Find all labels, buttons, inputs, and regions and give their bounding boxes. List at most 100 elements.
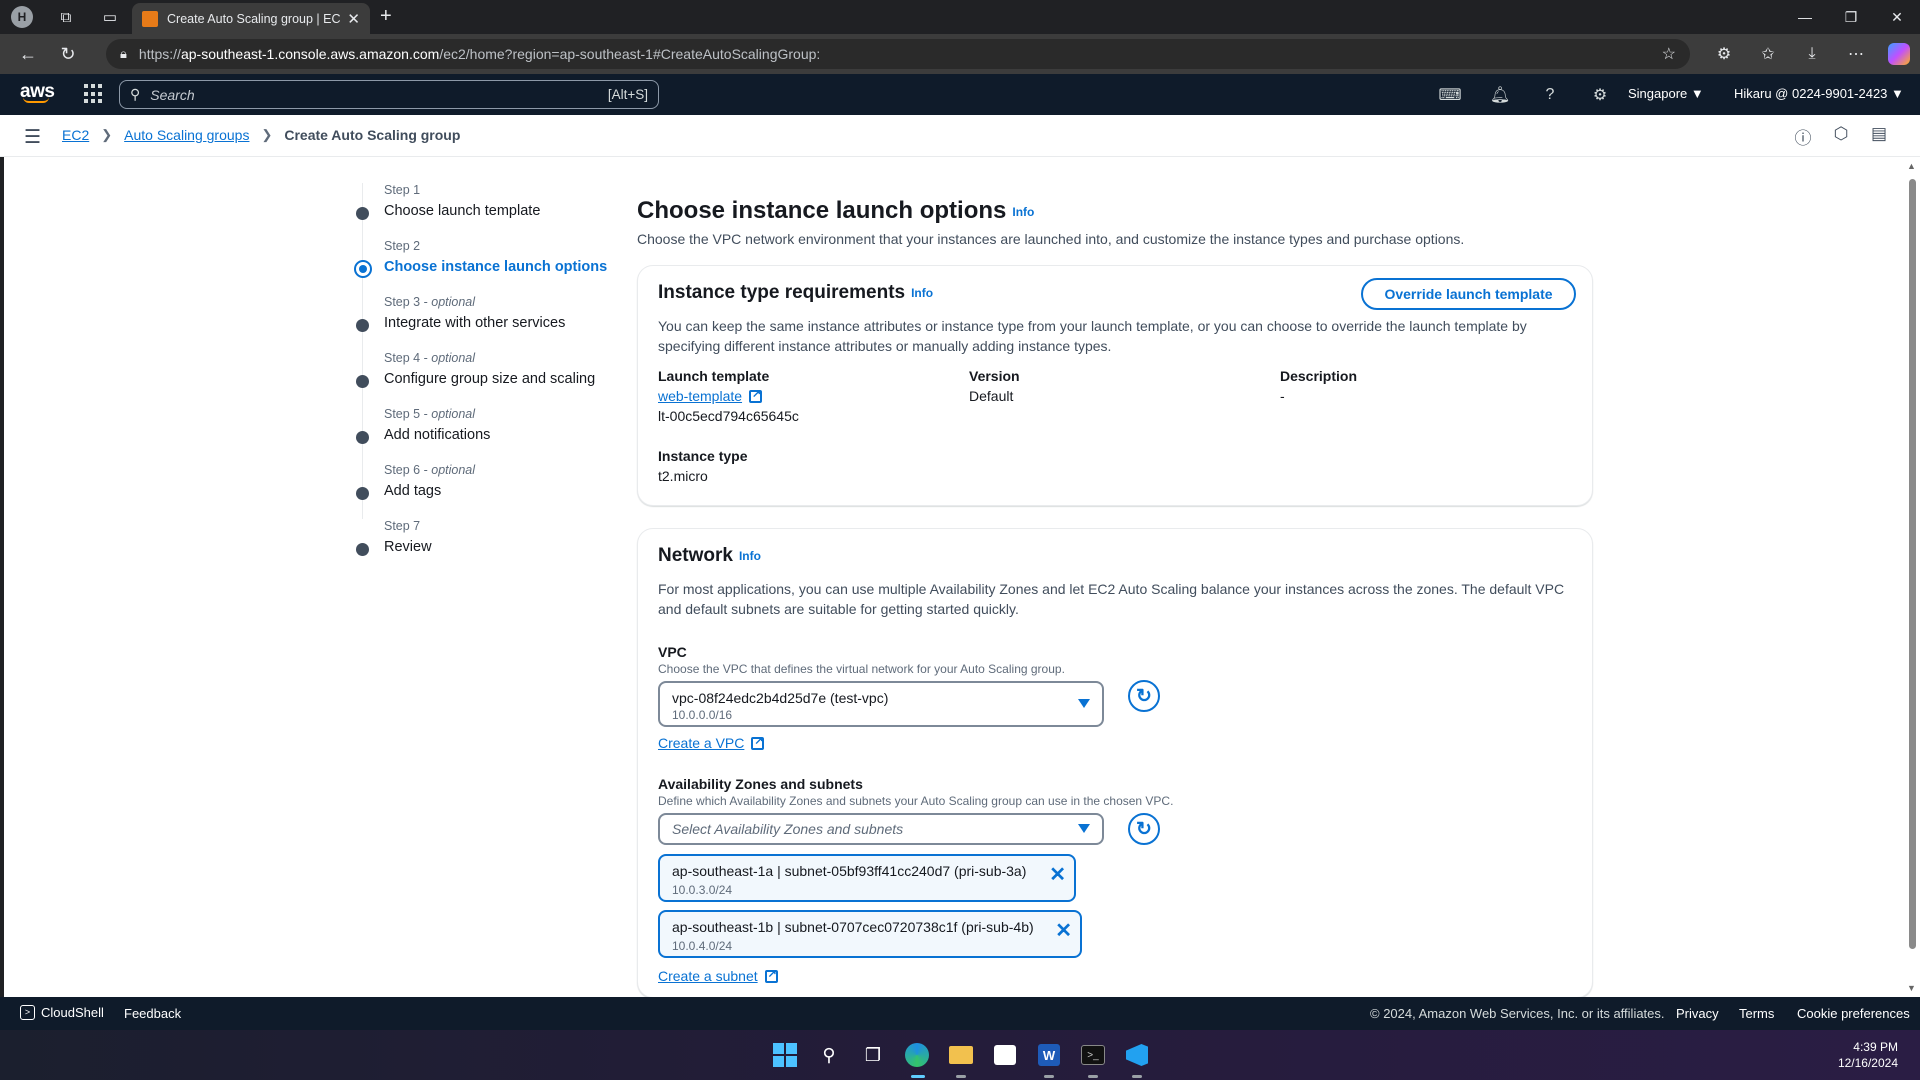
favorites-icon[interactable]: ✩	[1746, 44, 1790, 64]
scroll-down-icon[interactable]: ▼	[1907, 983, 1916, 993]
panel-title: Network Info	[658, 545, 761, 566]
feedback-icon[interactable]: ▤	[1860, 124, 1898, 149]
network-panel: Network Info For most applications, you c…	[637, 528, 1593, 997]
back-icon[interactable]: ←	[8, 36, 48, 72]
info-panel-icon[interactable]: ⓘ	[1784, 124, 1822, 149]
minimize-icon[interactable]: —	[1782, 0, 1828, 34]
step-number: Step 2	[384, 239, 421, 253]
launch-template-link[interactable]: web-template	[658, 387, 763, 404]
page-title: Choose instance launch options Info	[637, 197, 1035, 224]
aws-search-input[interactable]: ⚲ Search [Alt+S]	[119, 80, 659, 109]
menu-hamburger-icon[interactable]: ☰	[24, 126, 41, 149]
account-menu[interactable]: Hikaru @ 0224-9901-2423 ▼	[1734, 86, 1904, 101]
page-scrollbar[interactable]: ▲ ▼	[1904, 157, 1920, 997]
workspaces-icon[interactable]: ⧉	[44, 0, 88, 34]
chevron-right-icon: ❯	[101, 127, 113, 142]
scrollbar-thumb[interactable]	[1909, 179, 1916, 949]
version-value: Default	[969, 388, 1014, 404]
step-number: Step 6 - optional	[384, 463, 476, 477]
help-icon[interactable]: ?	[1525, 86, 1575, 104]
privacy-link[interactable]: Privacy	[1676, 1006, 1719, 1021]
wizard-step: Step 6 - optional Add tags	[354, 463, 614, 519]
cloudshell-button[interactable]: > CloudShell	[20, 1005, 104, 1020]
lock-icon: 🔒︎	[120, 46, 127, 61]
description-value: -	[1280, 388, 1285, 404]
wizard-steps: Step 1 Choose launch template Step 2 Cho…	[354, 183, 614, 575]
remove-subnet-icon[interactable]: ✕	[1055, 918, 1072, 943]
cloudshell-icon[interactable]: ⌨	[1425, 85, 1475, 105]
subnet-cidr: 10.0.4.0/24	[672, 939, 733, 953]
step-label: Configure group size and scaling	[384, 371, 596, 387]
remove-subnet-icon[interactable]: ✕	[1049, 862, 1066, 887]
browser-tab-bar: H ⧉ ▭ Create Auto Scaling group | EC2 | …	[0, 0, 1920, 34]
wizard-step: Step 1 Choose launch template	[354, 183, 614, 239]
info-link[interactable]: Info	[1012, 205, 1034, 219]
step-dot	[356, 543, 369, 556]
window-controls: — ❐ ✕	[1782, 0, 1920, 34]
step-label[interactable]: Choose launch template	[384, 203, 540, 219]
breadcrumb-ec2[interactable]: EC2	[62, 127, 89, 143]
start-button[interactable]	[769, 1039, 801, 1071]
close-window-icon[interactable]: ✕	[1874, 0, 1920, 34]
restore-icon[interactable]: ❐	[1828, 0, 1874, 34]
caret-down-icon	[1078, 699, 1090, 708]
refresh-subnets-button[interactable]: ↻	[1128, 813, 1160, 845]
extensions-icon[interactable]: ⚙	[1702, 44, 1746, 64]
step-label: Integrate with other services	[384, 315, 566, 331]
step-label: Add tags	[384, 483, 442, 499]
external-link-icon	[764, 967, 778, 983]
subnet-cidr: 10.0.3.0/24	[672, 883, 733, 897]
vscode-icon[interactable]	[1121, 1039, 1153, 1071]
create-vpc-link[interactable]: Create a VPC	[658, 734, 765, 751]
info-link[interactable]: Info	[911, 286, 933, 300]
wizard-step: Step 4 - optional Configure group size a…	[354, 351, 614, 407]
notifications-bell-icon[interactable]: 🔔︎	[1475, 85, 1525, 105]
az-placeholder: Select Availability Zones and subnets	[672, 821, 904, 837]
vpc-select[interactable]: vpc-08f24edc2b4d25d7e (test-vpc) 10.0.0.…	[658, 681, 1104, 727]
system-clock[interactable]: 4:39 PM 12/16/2024	[1838, 1039, 1898, 1071]
settings-icon[interactable]: ⬡	[1822, 124, 1860, 149]
profile-avatar[interactable]: H	[0, 0, 44, 34]
store-icon[interactable]	[989, 1039, 1021, 1071]
more-menu-icon[interactable]: ⋯	[1834, 44, 1878, 64]
favorite-star-icon[interactable]: ☆	[1662, 44, 1676, 64]
instance-type-label: Instance type	[658, 448, 748, 464]
edge-browser-icon[interactable]	[901, 1039, 933, 1071]
browser-tab-active[interactable]: Create Auto Scaling group | EC2 | ✕	[132, 3, 370, 34]
feedback-link[interactable]: Feedback	[124, 1006, 181, 1021]
step-label: Review	[384, 539, 432, 555]
subnet-token: ap-southeast-1a | subnet-05bf93ff41cc240…	[658, 854, 1076, 902]
main-content: Step 1 Choose launch template Step 2 Cho…	[4, 157, 1904, 997]
word-icon[interactable]: W	[1033, 1039, 1065, 1071]
cookie-preferences-link[interactable]: Cookie preferences	[1797, 1006, 1910, 1021]
info-link[interactable]: Info	[739, 549, 761, 563]
az-subnets-select[interactable]: Select Availability Zones and subnets	[658, 813, 1104, 845]
wizard-step: Step 3 - optional Integrate with other s…	[354, 295, 614, 351]
reload-icon[interactable]: ↻	[48, 36, 88, 72]
services-grid-icon[interactable]	[84, 84, 104, 104]
terms-link[interactable]: Terms	[1739, 1006, 1774, 1021]
file-explorer-icon[interactable]	[945, 1039, 977, 1071]
override-launch-template-button[interactable]: Override launch template	[1361, 278, 1576, 310]
url-input[interactable]: 🔒︎ https://ap-southeast-1.console.aws.am…	[106, 39, 1690, 69]
tab-actions-icon[interactable]: ▭	[88, 0, 132, 34]
scroll-up-icon[interactable]: ▲	[1907, 161, 1916, 171]
external-link-icon	[751, 734, 765, 750]
new-tab-icon[interactable]: +	[380, 5, 392, 28]
breadcrumb-auto-scaling-groups[interactable]: Auto Scaling groups	[124, 127, 249, 143]
region-selector[interactable]: Singapore ▼	[1628, 86, 1704, 101]
close-tab-icon[interactable]: ✕	[347, 10, 360, 28]
downloads-icon[interactable]: ⤓	[1790, 45, 1834, 63]
step-number: Step 3 - optional	[384, 295, 476, 309]
url-host: ap-southeast-1.console.aws.amazon.com	[180, 46, 440, 62]
settings-gear-icon[interactable]: ⚙	[1575, 85, 1625, 105]
refresh-vpc-button[interactable]: ↻	[1128, 680, 1160, 712]
step-label: Add notifications	[384, 427, 491, 443]
copyright: © 2024, Amazon Web Services, Inc. or its…	[1370, 1006, 1665, 1021]
terminal-icon[interactable]: >_	[1077, 1039, 1109, 1071]
copilot-icon[interactable]	[1888, 43, 1910, 65]
aws-logo[interactable]: aws	[20, 81, 55, 103]
create-subnet-link[interactable]: Create a subnet	[658, 967, 778, 984]
taskbar-search-icon[interactable]: ⚲	[813, 1039, 845, 1071]
task-view-icon[interactable]: ❐	[857, 1039, 889, 1071]
